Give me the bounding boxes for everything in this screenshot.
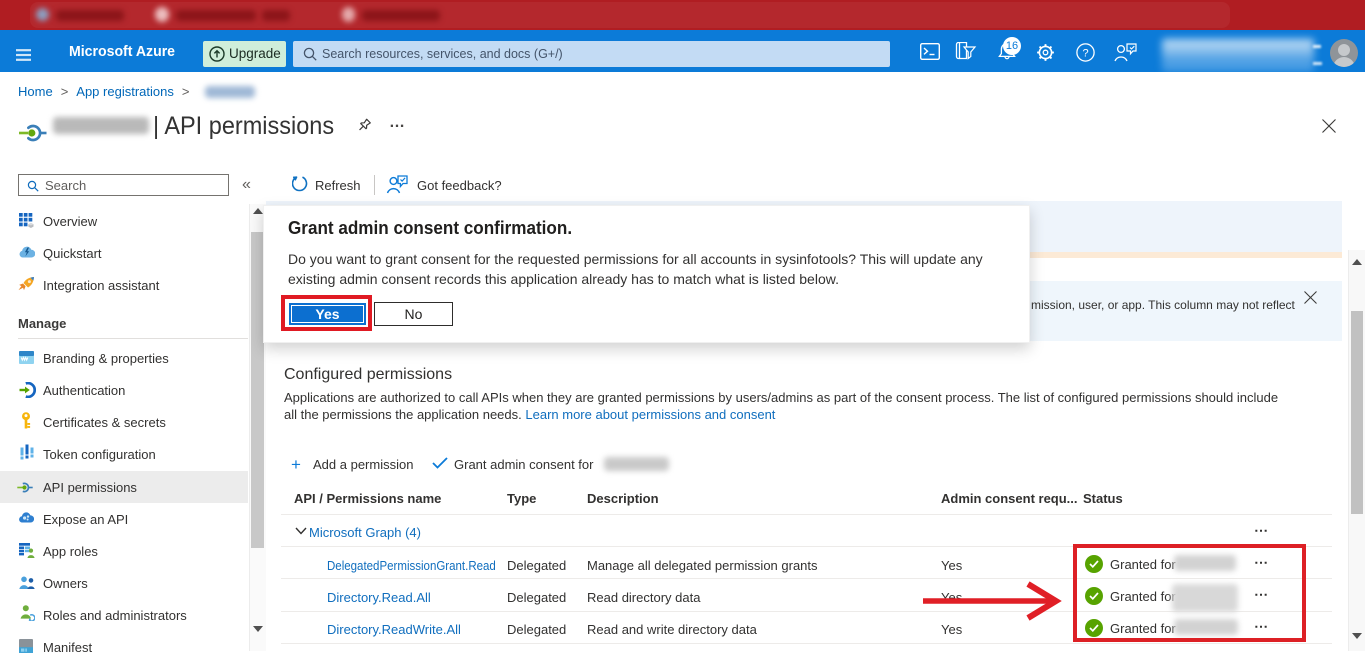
- svg-text:?: ?: [1082, 48, 1088, 60]
